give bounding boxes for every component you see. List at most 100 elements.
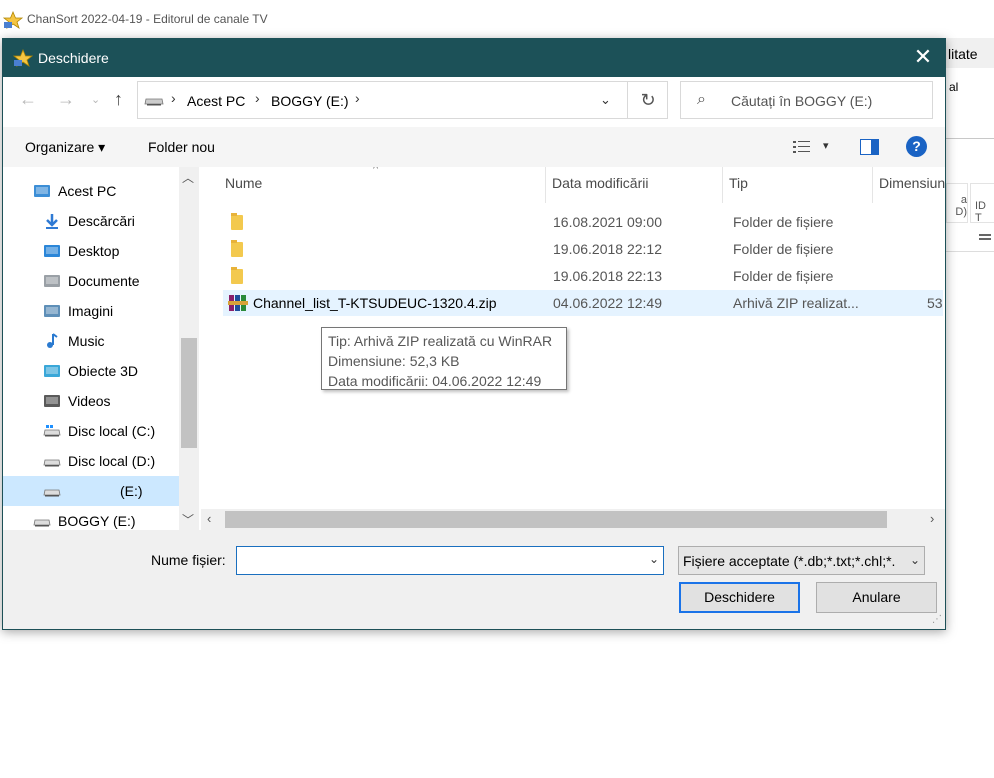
recent-locations-chevron-icon[interactable]: ⌄ [91,93,100,106]
address-dropdown-icon[interactable]: ⌄ [600,92,611,108]
close-icon: ✕ [913,44,933,69]
app-background-panel: litate al a D) ID T [945,38,994,252]
nav-vertical-scrollbar[interactable]: ︿ ﹀ [179,167,199,530]
folder-icon [231,213,243,230]
nav-item[interactable]: Music [3,326,179,356]
preview-pane-icon[interactable] [860,139,879,155]
nav-item-label: Descărcări [68,213,135,229]
drive-icon [144,98,164,106]
search-placeholder: Căutați în BOGGY (E:) [731,93,873,109]
nav-item-label: Desktop [68,243,120,259]
horizontal-scrollbar[interactable]: ‹ › [201,509,945,530]
tooltip-type: Tip: Arhivă ZIP realizată cu WinRAR [328,333,553,349]
documents-icon [43,273,61,289]
column-header-date[interactable]: Data modificării [546,167,723,203]
file-row[interactable]: 16.08.2021 09:00 Folder de fișiere [223,209,943,235]
dialog-footer: Nume fișier: ⌄ Fișiere acceptate (*.db;*… [3,530,945,629]
folder-icon [231,267,243,284]
forward-arrow-icon[interactable]: → [57,89,75,110]
scrollbar-thumb[interactable] [225,511,887,528]
usb-drive-icon [43,483,61,499]
nav-item-label: Disc local (D:) [68,453,156,469]
nav-item[interactable]: Obiecte 3D [3,356,179,386]
app-column-header-a[interactable]: a D) [946,183,968,223]
resize-grip-icon[interactable]: ⋰ [932,614,942,625]
scrollbar-thumb[interactable] [181,338,197,448]
dialog-titlebar[interactable]: Deschidere ✕ [3,39,945,77]
file-tooltip: Tip: Arhivă ZIP realizată cu WinRAR Dime… [321,327,567,390]
breadcrumb-chevron-icon[interactable]: › [355,90,360,106]
filename-dropdown-icon[interactable]: ⌄ [649,552,659,566]
nav-item[interactable]: Documente [3,266,179,296]
music-icon [43,333,61,349]
view-options-icon[interactable] [793,139,811,155]
refresh-button[interactable]: ↻ [627,82,668,118]
download-icon [43,213,61,229]
chansort-star-icon [3,11,23,29]
address-bar[interactable]: › Acest PC › BOGGY (E:) › ⌄ ↻ [137,81,668,119]
nav-item[interactable]: (E:) [3,476,179,506]
nav-item-label: Disc local (C:) [68,423,156,439]
nav-item[interactable]: Acest PC [3,176,179,206]
pictures-icon [43,303,61,319]
file-type-value: Fișiere acceptate (*.db;*.txt;*.chl;*. [683,553,896,569]
nav-item-label: (E:) [120,483,143,499]
file-date: 19.06.2018 22:13 [553,268,662,284]
search-input[interactable]: ⌕ Căutați în BOGGY (E:) [680,81,933,119]
app-titlebar: ChanSort 2022-04-19 - Editorul de canale… [0,0,994,38]
app-title: ChanSort 2022-04-19 - Editorul de canale… [27,12,268,26]
column-header-size[interactable]: Dimensiune [873,167,945,203]
nav-item[interactable]: Imagini [3,296,179,326]
file-type-select[interactable]: Fișiere acceptate (*.db;*.txt;*.chl;*. ⌄ [678,546,925,575]
nav-item[interactable]: Disc local (D:) [3,446,179,476]
filename-input[interactable]: ⌄ [236,546,664,575]
help-icon: ? [912,138,921,154]
scroll-up-icon[interactable]: ︿ [182,169,194,186]
breadcrumb-this-pc[interactable]: Acest PC [187,93,245,109]
breadcrumb-chevron-icon[interactable]: › [255,90,260,106]
equals-icon [979,234,991,240]
app-tab[interactable]: litate [946,38,994,68]
view-dropdown-icon[interactable]: ▾ [823,139,829,152]
nav-item-label: Imagini [68,303,114,319]
close-button[interactable]: ✕ [901,39,945,77]
file-list: ^ Nume Data modificării Tip Dimensiune 1… [201,167,945,530]
winrar-archive-icon [228,295,248,311]
column-header-type[interactable]: Tip [723,167,873,203]
open-button[interactable]: Deschidere [679,582,800,613]
breadcrumb-chevron-icon[interactable]: › [171,90,176,106]
file-row[interactable]: 19.06.2018 22:12 Folder de fișiere [223,236,943,262]
nav-item[interactable]: Videos [3,386,179,416]
file-type: Arhivă ZIP realizat... [733,295,859,311]
nav-item[interactable]: Desktop [3,236,179,266]
scroll-left-icon[interactable]: ‹ [207,511,211,526]
app-divider [946,138,994,139]
new-folder-button[interactable]: Folder nou [148,139,215,155]
file-name: Channel_list_T-KTSUDEUC-1320.4.zip [253,295,497,311]
desktop-icon [43,243,61,259]
usb-drive-icon [33,513,51,529]
file-date: 04.06.2022 12:49 [553,295,662,311]
videos-icon [43,393,61,409]
objects3d-icon [43,363,61,379]
file-row[interactable]: 19.06.2018 22:13 Folder de fișiere [223,263,943,289]
file-type: Folder de fișiere [733,241,834,257]
breadcrumb-boggy[interactable]: BOGGY (E:) [271,93,349,109]
app-column-header-id[interactable]: ID T [970,183,994,224]
filename-label: Nume fișier: [151,552,226,568]
scroll-right-icon[interactable]: › [930,511,934,526]
up-arrow-icon[interactable]: ↑ [114,89,123,110]
nav-item[interactable]: Descărcări [3,206,179,236]
nav-item-label: Documente [68,273,140,289]
nav-item[interactable]: Disc local (C:) [3,416,179,446]
organize-button[interactable]: Organizare ▾ [25,139,105,156]
search-icon: ⌕ [697,91,706,108]
cancel-button[interactable]: Anulare [816,582,937,613]
help-button[interactable]: ? [906,136,927,157]
column-header-name[interactable]: Nume [219,167,546,203]
nav-item[interactable]: BOGGY (E:) [3,506,179,530]
back-arrow-icon[interactable]: ← [19,89,37,110]
tooltip-size: Dimensiune: 52,3 KB [328,353,460,369]
file-row[interactable]: Channel_list_T-KTSUDEUC-1320.4.zip 04.06.… [223,290,943,316]
scroll-down-icon[interactable]: ﹀ [182,511,194,528]
